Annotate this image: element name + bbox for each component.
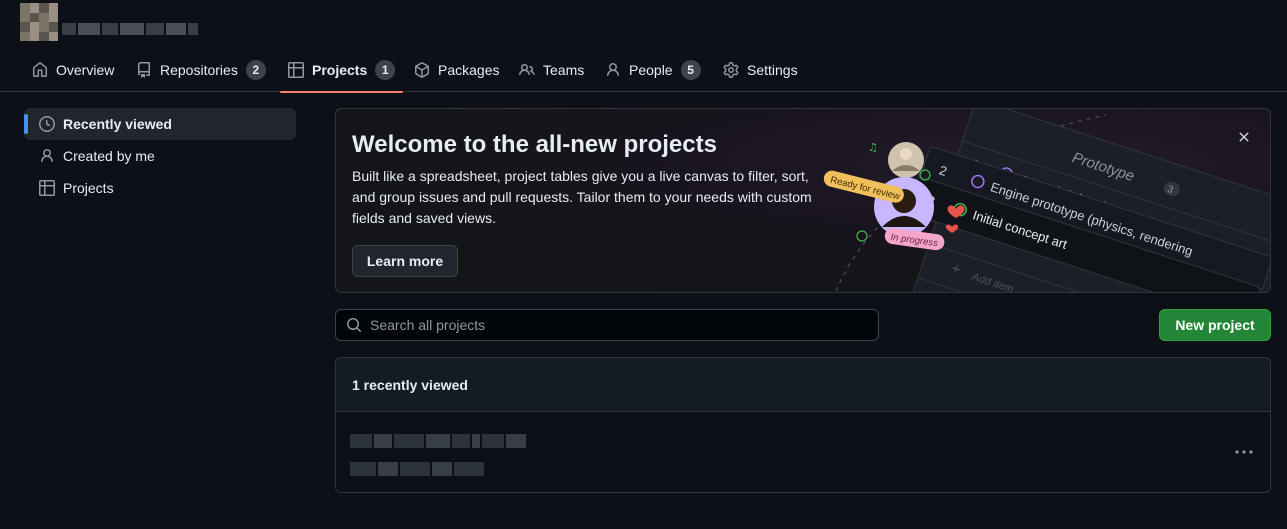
sidebar-item-label: Projects xyxy=(63,180,114,196)
package-icon xyxy=(414,62,430,78)
sidebar-item-label: Created by me xyxy=(63,148,155,164)
tab-people-label: People xyxy=(629,62,673,78)
table-icon xyxy=(288,62,304,78)
learn-more-button[interactable]: Learn more xyxy=(352,245,458,277)
new-project-button[interactable]: New project xyxy=(1159,309,1271,341)
project-options-button[interactable] xyxy=(1234,444,1254,460)
tab-overview-label: Overview xyxy=(56,62,115,78)
issue-open-icon xyxy=(856,230,868,242)
gear-icon xyxy=(723,62,739,78)
kebab-horizontal-icon xyxy=(1235,450,1253,454)
clock-icon xyxy=(39,116,55,132)
tab-settings[interactable]: Settings xyxy=(723,48,798,92)
projects-illustration: Prototype 3 1 Game brief and go-no 2 Eng… xyxy=(823,109,1270,292)
search-input[interactable] xyxy=(370,317,850,333)
list-item[interactable] xyxy=(336,412,1270,492)
people-icon xyxy=(519,62,535,78)
person-icon xyxy=(39,148,55,164)
tab-people[interactable]: People 5 xyxy=(605,48,701,92)
org-header xyxy=(20,2,198,42)
projects-sidebar: Recently viewed Created by me Projects xyxy=(24,108,296,204)
org-avatar[interactable] xyxy=(20,3,58,41)
tab-teams[interactable]: Teams xyxy=(519,48,584,92)
close-icon xyxy=(1239,132,1249,142)
tab-packages-label: Packages xyxy=(438,62,500,78)
person-icon xyxy=(605,62,621,78)
search-icon xyxy=(346,317,362,333)
sidebar-item-label: Recently viewed xyxy=(63,116,172,132)
project-title-redacted[interactable] xyxy=(350,434,526,448)
banner-title: Welcome to the all-new projects xyxy=(352,131,717,158)
sidebar-item-created-by-me[interactable]: Created by me xyxy=(24,140,296,172)
tab-overview[interactable]: Overview xyxy=(32,48,114,92)
search-projects[interactable] xyxy=(335,309,879,341)
home-icon xyxy=(32,62,48,78)
tab-projects[interactable]: Projects 1 xyxy=(279,48,404,93)
tab-settings-label: Settings xyxy=(747,62,798,78)
org-tab-nav: Overview Repositories 2 Projects 1 Packa… xyxy=(0,48,1287,93)
projects-counter: 1 xyxy=(375,60,396,80)
list-heading: 1 recently viewed xyxy=(336,358,1270,412)
music-note-icon: ♫ xyxy=(868,141,878,154)
sidebar-item-projects[interactable]: Projects xyxy=(24,172,296,204)
tab-projects-label: Projects xyxy=(312,62,368,78)
people-counter: 5 xyxy=(680,60,701,80)
banner-description: Built like a spreadsheet, project tables… xyxy=(352,168,812,226)
tab-packages[interactable]: Packages xyxy=(414,48,499,92)
tab-repositories-label: Repositories xyxy=(160,62,238,78)
sidebar-item-recently-viewed[interactable]: Recently viewed xyxy=(24,108,296,140)
repositories-counter: 2 xyxy=(245,60,266,80)
recent-projects-list: 1 recently viewed xyxy=(335,357,1271,493)
org-name-redacted xyxy=(62,23,198,35)
repo-icon xyxy=(136,62,152,78)
close-banner-button[interactable] xyxy=(1236,129,1252,145)
tab-teams-label: Teams xyxy=(543,62,585,78)
project-meta-redacted xyxy=(350,462,484,476)
welcome-banner: Welcome to the all-new projects Built li… xyxy=(335,108,1271,293)
tab-repositories[interactable]: Repositories 2 xyxy=(136,48,266,92)
table-icon xyxy=(39,180,55,196)
